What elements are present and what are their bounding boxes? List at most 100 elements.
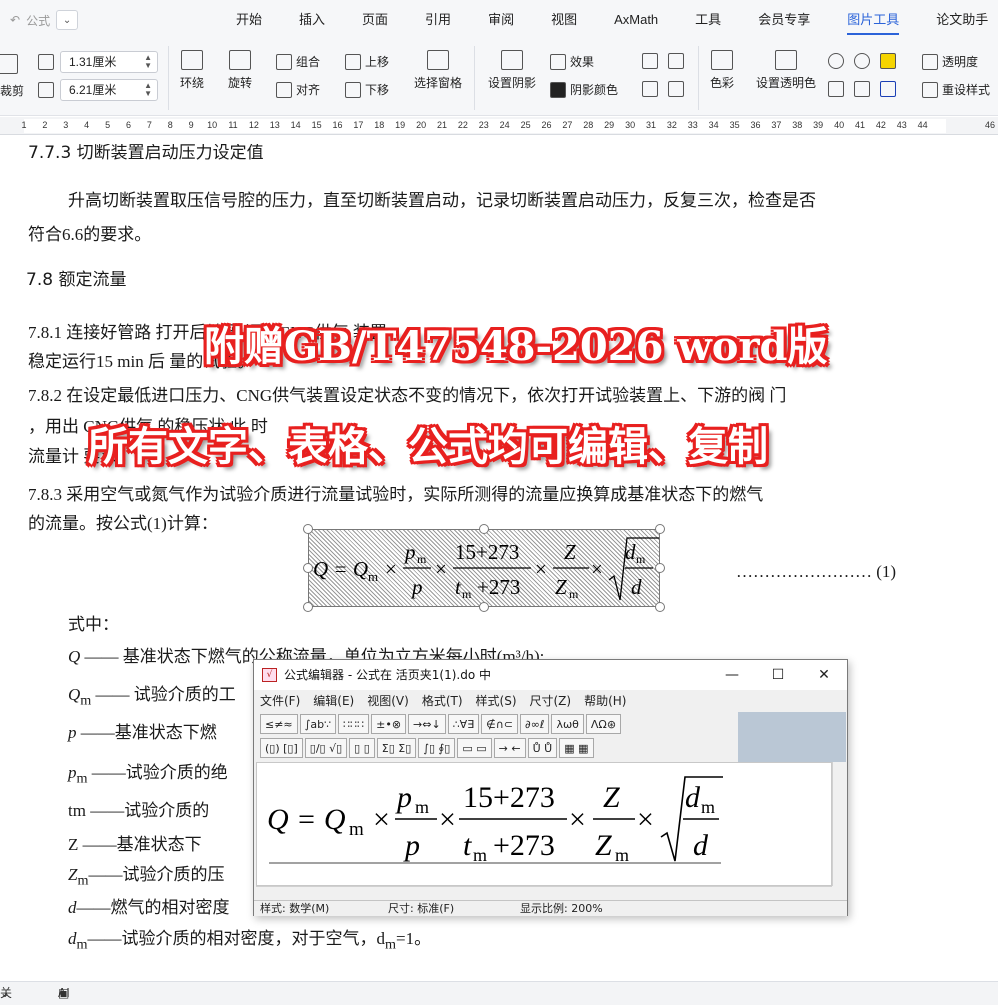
spin-arrows-icon[interactable]: ▲ ▼: [144, 82, 152, 98]
resize-handle[interactable]: [655, 563, 665, 573]
width-field[interactable]: 1.31厘米 ▲ ▼: [60, 51, 158, 73]
svg-text:d: d: [631, 575, 642, 599]
palette-labeled-arrows[interactable]: → ←: [493, 738, 526, 758]
palette-sets[interactable]: ∉∩⊂: [481, 714, 519, 734]
definition-subscript: m: [385, 936, 397, 953]
resize-handle[interactable]: [655, 602, 665, 612]
menu-file[interactable]: 文件(F): [260, 690, 300, 712]
equation-image: Q = Qm × pm p × 15+273 t m +273 × Z Zm × d…: [313, 537, 659, 601]
align-button[interactable]: 对齐: [276, 81, 320, 98]
tab-insert[interactable]: 插入: [299, 0, 325, 40]
formula-quick-label[interactable]: 公式: [26, 12, 50, 29]
shadow-settings-button[interactable]: 设置阴影: [488, 50, 536, 91]
color-button[interactable]: 色彩: [710, 50, 734, 91]
fill-color-icon[interactable]: [880, 53, 896, 69]
selection-pane-button[interactable]: 选择窗格: [414, 50, 462, 91]
selected-equation-object[interactable]: Q = Qm × pm p × 15+273 t m +273 × Z Zm × d…: [308, 529, 660, 607]
border-color-icon[interactable]: [880, 81, 896, 97]
shadow-up-icon[interactable]: [642, 53, 658, 69]
tab-member[interactable]: 会员专享: [758, 0, 810, 40]
palette-fractions[interactable]: ▯/▯ √▯: [304, 738, 348, 758]
set-transparent-button[interactable]: 设置透明色: [756, 50, 816, 91]
minimize-icon[interactable]: —: [709, 660, 755, 690]
close-review-button[interactable]: 关闭 ⌄: [0, 982, 12, 1005]
palette-embellishments[interactable]: ∷∷∷: [338, 714, 370, 734]
tab-view[interactable]: 视图: [551, 0, 577, 40]
menu-edit[interactable]: 编辑(E): [313, 690, 354, 712]
palette-greek-upper[interactable]: ΛΩ⊛: [585, 714, 622, 734]
tab-tools[interactable]: 工具: [695, 0, 721, 40]
resize-handle[interactable]: [655, 524, 665, 534]
palette-products[interactable]: Ů Ů: [527, 738, 558, 758]
quick-access-dropdown[interactable]: ⌄: [56, 10, 79, 30]
rotate-label: 旋转: [228, 76, 253, 90]
shadow-left-icon[interactable]: [642, 81, 658, 97]
palette-misc[interactable]: ∂∞ℓ: [520, 714, 550, 734]
shadow-settings-icon: [501, 50, 523, 70]
palette-arrows[interactable]: →⇔↓: [408, 714, 446, 734]
tab-paper-assistant[interactable]: 论文助手: [936, 0, 988, 40]
resize-handle[interactable]: [479, 602, 489, 612]
effects-button[interactable]: 效果: [550, 53, 594, 70]
group-button[interactable]: 组合: [276, 53, 320, 70]
contrast-icon[interactable]: [828, 53, 844, 69]
close-icon[interactable]: ✕: [801, 660, 847, 690]
palette-bars[interactable]: ▭ ▭: [457, 738, 492, 758]
resize-handle[interactable]: [303, 602, 313, 612]
maximize-icon[interactable]: ☐: [755, 660, 801, 690]
vertical-scrollbar[interactable]: [832, 762, 847, 886]
tab-page[interactable]: 页面: [362, 0, 388, 40]
ruler-tick-label: 39: [813, 120, 824, 130]
undo-icon[interactable]: ↶: [10, 13, 20, 27]
menu-view[interactable]: 视图(V): [367, 690, 409, 712]
crop-label[interactable]: 裁剪: [0, 82, 24, 99]
horizontal-scrollbar[interactable]: [256, 886, 832, 900]
resize-handle[interactable]: [303, 524, 313, 534]
menu-style[interactable]: 样式(S): [476, 690, 517, 712]
wrap-button[interactable]: 环绕: [180, 50, 204, 91]
palette-spaces[interactable]: ∫ab∵: [299, 714, 337, 734]
palette-scripts[interactable]: ▯ ▯: [349, 738, 375, 758]
rotate-button[interactable]: 旋转: [228, 50, 252, 91]
tab-picture-tools[interactable]: 图片工具: [847, 0, 900, 40]
brightness-icon[interactable]: [854, 53, 870, 69]
menu-help[interactable]: 帮助(H): [584, 690, 626, 712]
shadow-down-icon[interactable]: [668, 81, 684, 97]
palette-relations[interactable]: ≤≠≈: [260, 714, 298, 734]
sun-icon[interactable]: [854, 81, 870, 97]
palette-operators[interactable]: ±•⊗: [371, 714, 407, 734]
crop-icon[interactable]: [0, 54, 18, 74]
horizontal-ruler[interactable]: 1 2 3 4 5 6 7 8 9 10 11 12 13 14 15 16 17 18 19 20 21 22 23 24 2…: [0, 117, 998, 135]
resize-handle[interactable]: [303, 563, 313, 573]
svg-text:+273: +273: [477, 575, 520, 599]
bring-forward-button[interactable]: 上移: [345, 53, 389, 70]
ruler-tick-label: 30: [625, 120, 636, 130]
definition-row: pm ——试验介质的绝: [68, 758, 228, 787]
palette-fences[interactable]: (▯) [▯]: [260, 738, 303, 758]
spin-arrows-icon[interactable]: ▲ ▼: [144, 54, 152, 70]
tab-review[interactable]: 审阅: [488, 0, 514, 40]
ruler-tick-label: 40: [834, 120, 845, 130]
transparency-button[interactable]: 透明度: [922, 53, 978, 70]
height-field[interactable]: 6.21厘米 ▲ ▼: [60, 79, 158, 101]
send-backward-button[interactable]: 下移: [345, 81, 389, 98]
ruler-tick-label: 4: [84, 120, 90, 130]
palette-greek-lower[interactable]: λωθ: [551, 714, 584, 734]
palette-sums[interactable]: Σ▯ Σ▯: [376, 738, 417, 758]
menu-format[interactable]: 格式(T): [422, 690, 463, 712]
tab-home[interactable]: 开始: [236, 0, 262, 40]
shadow-right-icon[interactable]: [668, 53, 684, 69]
ai-proofread-button[interactable]: ▣ AI 校对 ⌄: [58, 982, 70, 1005]
equation-edit-area[interactable]: Q = Qm × pm p × 15+273 t m +273 × Z Zm × d…: [256, 762, 832, 886]
shadow-color-button[interactable]: 阴影颜色: [550, 81, 618, 98]
palette-logic[interactable]: ∴∀∃: [447, 714, 480, 734]
sharpen-icon[interactable]: [828, 81, 844, 97]
tab-references[interactable]: 引用: [425, 0, 451, 40]
palette-matrices[interactable]: ▦ ▦: [559, 738, 594, 758]
palette-integrals[interactable]: ∫▯ ∮▯: [418, 738, 456, 758]
equation-editor-window[interactable]: √ 公式编辑器 - 公式在 活页夹1(1).do 中 — ☐ ✕ 文件(F) 编…: [253, 659, 848, 916]
reset-style-button[interactable]: 重设样式: [922, 81, 990, 98]
resize-handle[interactable]: [479, 524, 489, 534]
menu-size[interactable]: 尺寸(Z): [530, 690, 572, 712]
tab-axmath[interactable]: AxMath: [614, 0, 658, 40]
